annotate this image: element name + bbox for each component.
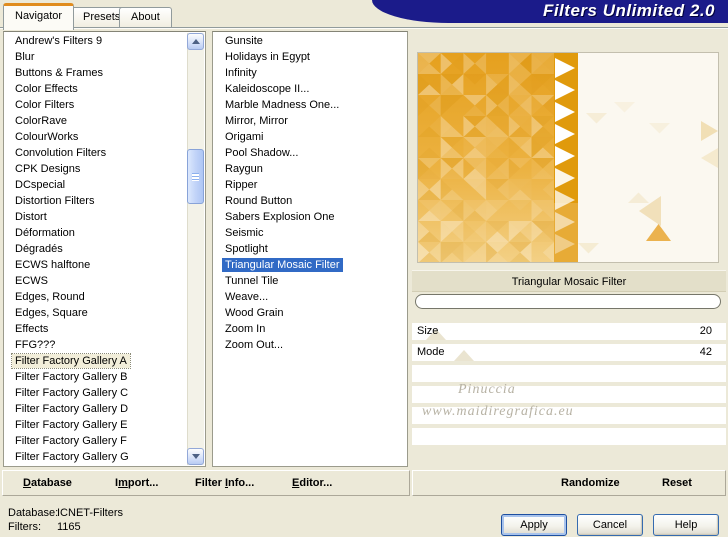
preview-caption: Triangular Mosaic Filter bbox=[412, 270, 726, 292]
list-item[interactable]: Sabers Explosion One bbox=[213, 210, 407, 226]
list-item[interactable]: Filter Factory Gallery F bbox=[4, 434, 205, 450]
list-item[interactable]: Origami bbox=[213, 130, 407, 146]
list-item[interactable]: Holidays in Egypt bbox=[213, 50, 407, 66]
param-row-empty bbox=[412, 428, 726, 445]
scroll-down-button[interactable] bbox=[187, 448, 204, 465]
list-item[interactable]: Edges, Round bbox=[4, 290, 205, 306]
help-button[interactable]: Help bbox=[653, 514, 719, 536]
scroll-thumb[interactable] bbox=[187, 149, 204, 204]
list-item[interactable]: ColorRave bbox=[4, 114, 205, 130]
list-item[interactable]: Filter Factory Gallery C bbox=[4, 386, 205, 402]
list-item[interactable]: Filter Factory Gallery E bbox=[4, 418, 205, 434]
category-list-items: Andrew's Filters 9 Blur Buttons & Frames… bbox=[4, 32, 205, 466]
list-item[interactable]: ColourWorks bbox=[4, 130, 205, 146]
randomize-button[interactable]: Randomize bbox=[561, 471, 620, 495]
filter-preview-image bbox=[417, 52, 719, 263]
watermark-text: Pinuccia bbox=[458, 382, 516, 397]
import-button[interactable]: Import... bbox=[115, 471, 158, 495]
tab-divider bbox=[0, 27, 728, 29]
param-row-empty bbox=[412, 365, 726, 382]
list-item[interactable]: Filter Factory Gallery G bbox=[4, 450, 205, 466]
list-item[interactable]: Seismic bbox=[213, 226, 407, 242]
progress-bar bbox=[415, 294, 721, 309]
scroll-up-button[interactable] bbox=[187, 33, 204, 50]
list-item[interactable]: DCspecial bbox=[4, 178, 205, 194]
list-item[interactable]: ECWS halftone bbox=[4, 258, 205, 274]
list-item[interactable]: Infinity bbox=[213, 66, 407, 82]
apply-button[interactable]: Apply bbox=[501, 514, 567, 536]
list-item[interactable]: Andrew's Filters 9 bbox=[4, 34, 205, 50]
list-item[interactable]: CPK Designs bbox=[4, 162, 205, 178]
list-item[interactable]: Convolution Filters bbox=[4, 146, 205, 162]
database-button[interactable]: Database bbox=[23, 471, 72, 495]
category-listbox: Andrew's Filters 9 Blur Buttons & Frames… bbox=[3, 31, 206, 467]
list-item[interactable]: Zoom In bbox=[213, 322, 407, 338]
list-item[interactable]: Marble Madness One... bbox=[213, 98, 407, 114]
database-status-label: Database: bbox=[8, 507, 59, 519]
tab-about[interactable]: About bbox=[119, 7, 172, 27]
param-name: Mode bbox=[417, 346, 445, 358]
arrow-down-icon bbox=[191, 454, 200, 459]
list-item[interactable]: Color Effects bbox=[4, 82, 205, 98]
watermark-url: www.maidiregrafica.eu bbox=[422, 404, 574, 419]
list-item[interactable]: Spotlight bbox=[213, 242, 407, 258]
cancel-button[interactable]: Cancel bbox=[577, 514, 643, 536]
database-status-value: ICNET-Filters bbox=[57, 507, 123, 519]
list-item[interactable]: Tunnel Tile bbox=[213, 274, 407, 290]
list-item[interactable]: Kaleidoscope II... bbox=[213, 82, 407, 98]
param-value: 20 bbox=[699, 325, 712, 337]
title-banner: Filters Unlimited 2.0 bbox=[372, 0, 728, 23]
list-item[interactable]: Blur bbox=[4, 50, 205, 66]
right-toolbar: Randomize Reset bbox=[412, 470, 726, 496]
filter-info-button[interactable]: Filter Info... bbox=[195, 471, 254, 495]
param-value: 42 bbox=[699, 346, 712, 358]
window-title: Filters Unlimited 2.0 bbox=[542, 1, 715, 20]
filters-status-value: 1165 bbox=[57, 521, 81, 533]
list-item[interactable]: Wood Grain bbox=[213, 306, 407, 322]
category-scrollbar[interactable] bbox=[187, 33, 204, 465]
tab-navigator[interactable]: Navigator bbox=[3, 3, 75, 30]
list-item[interactable]: Buttons & Frames bbox=[4, 66, 205, 82]
list-item[interactable]: Filter Factory Gallery A bbox=[4, 353, 205, 370]
list-item[interactable]: Ripper bbox=[213, 178, 407, 194]
filter-list-items: Gunsite Holidays in Egypt Infinity Kalei… bbox=[213, 32, 407, 354]
filter-listbox: Gunsite Holidays in Egypt Infinity Kalei… bbox=[212, 31, 408, 467]
list-item[interactable]: Edges, Square bbox=[4, 306, 205, 322]
list-item[interactable]: Filter Factory Gallery D bbox=[4, 402, 205, 418]
param-name: Size bbox=[417, 325, 439, 337]
thumb-grip-icon bbox=[192, 172, 199, 181]
list-item[interactable]: Distortion Filters bbox=[4, 194, 205, 210]
list-item[interactable]: Déformation bbox=[4, 226, 205, 242]
list-item[interactable]: Filter Factory Gallery B bbox=[4, 370, 205, 386]
preview-panel: Triangular Mosaic Filter Size 20 Mode 42… bbox=[412, 31, 726, 467]
param-row-size[interactable]: Size 20 bbox=[412, 323, 726, 340]
list-item[interactable]: Round Button bbox=[213, 194, 407, 210]
list-item[interactable]: ECWS bbox=[4, 274, 205, 290]
reset-button[interactable]: Reset bbox=[662, 471, 692, 495]
list-item[interactable]: FFG??? bbox=[4, 338, 205, 354]
list-item[interactable]: Effects bbox=[4, 322, 205, 338]
list-item[interactable]: Triangular Mosaic Filter bbox=[213, 258, 407, 274]
slider-thumb-icon[interactable] bbox=[453, 350, 474, 361]
editor-button[interactable]: Editor... bbox=[292, 471, 332, 495]
list-item[interactable]: Weave... bbox=[213, 290, 407, 306]
list-item[interactable]: Dégradés bbox=[4, 242, 205, 258]
left-toolbar: Database Import... Filter Info... Editor… bbox=[2, 470, 410, 496]
filters-unlimited-dialog: Filters Unlimited 2.0 Navigator Presets … bbox=[0, 0, 728, 537]
list-item[interactable]: Mirror, Mirror bbox=[213, 114, 407, 130]
list-item[interactable]: Pool Shadow... bbox=[213, 146, 407, 162]
list-item[interactable]: Distort bbox=[4, 210, 205, 226]
list-item[interactable]: Color Filters bbox=[4, 98, 205, 114]
list-item[interactable]: Zoom Out... bbox=[213, 338, 407, 354]
arrow-up-icon bbox=[191, 39, 200, 44]
list-item[interactable]: Raygun bbox=[213, 162, 407, 178]
filters-status-label: Filters: bbox=[8, 521, 41, 533]
param-row-mode[interactable]: Mode 42 bbox=[412, 344, 726, 361]
list-item[interactable]: Gunsite bbox=[213, 34, 407, 50]
